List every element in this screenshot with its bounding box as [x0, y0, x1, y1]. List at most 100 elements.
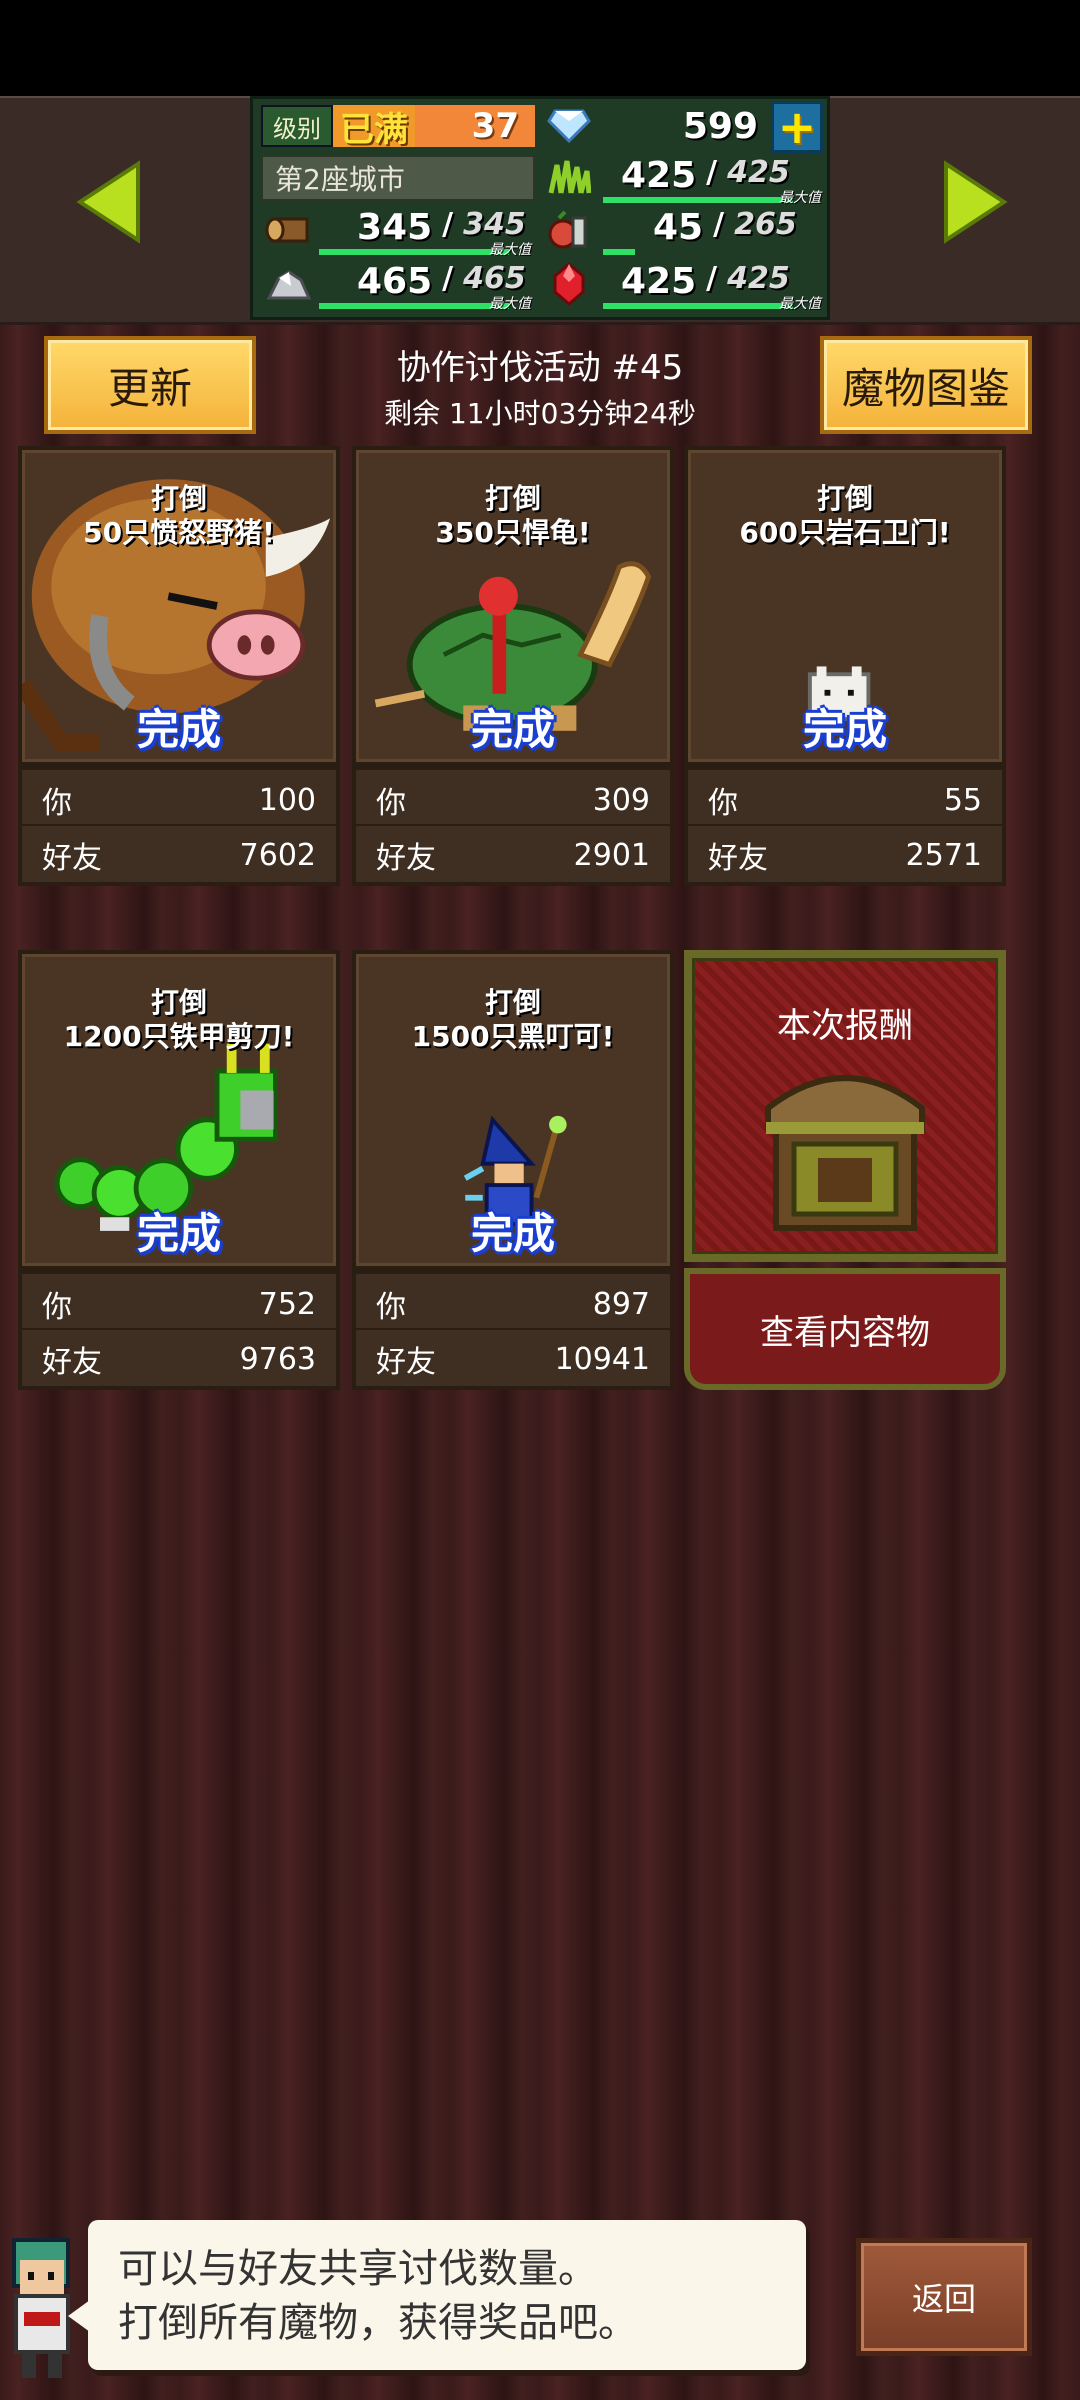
quest-target-line2: 600只岩石卫门!: [739, 516, 951, 549]
complete-label: 完成: [470, 705, 555, 754]
reward-card: 本次报酬 查看内容物: [684, 950, 1006, 1390]
quest-stats: 你 55 好友 2571: [684, 766, 1006, 886]
friends-count: 2571: [905, 837, 982, 873]
grass-max-tag: 最大值: [779, 190, 821, 206]
quest-target-line1: 打倒: [150, 986, 207, 1019]
plus-icon: +: [777, 100, 817, 154]
food-current: 45: [653, 207, 704, 248]
quest-target-line1: 打倒: [484, 986, 541, 1019]
grass-icon: [541, 155, 597, 201]
level-max-badge: 已满: [333, 105, 415, 150]
reward-box: 本次报酬: [684, 950, 1006, 1262]
ruby-max: 425: [727, 261, 790, 296]
status-bar-area: [0, 0, 1080, 96]
event-time-remaining: 剩余 11小时03分钟24秒: [384, 397, 696, 430]
ruby-icon: [541, 261, 597, 307]
back-button[interactable]: 返回: [856, 2238, 1032, 2356]
quest-stats: 你 309 好友 2901: [352, 766, 674, 886]
quest-target-line1: 打倒: [484, 482, 541, 515]
ore-current: 465: [357, 261, 433, 302]
treasure-chest-icon: [765, 1075, 925, 1231]
level-label: 级别: [261, 105, 333, 147]
you-count: 100: [258, 782, 316, 818]
friends-count: 9763: [239, 1341, 316, 1377]
quest-stats: 你 100 好友 7602: [18, 766, 340, 886]
quest-target-line1: 打倒: [150, 482, 207, 515]
grass-resource: 425/425 最大值: [603, 155, 825, 206]
quest-target-line2: 50只愤怒野猪!: [83, 516, 275, 549]
hint-dialog: 可以与好友共享讨伐数量。 打倒所有魔物，获得奖品吧。: [68, 2220, 806, 2370]
wood-bar: [319, 249, 509, 255]
prev-city-arrow[interactable]: [74, 160, 144, 244]
friends-count: 7602: [239, 837, 316, 873]
you-label: 你: [376, 786, 406, 821]
complete-label: 完成: [802, 705, 887, 754]
friends-count: 2901: [573, 837, 650, 873]
grass-bar: [603, 197, 793, 203]
food-icon: [541, 207, 597, 253]
you-count: 55: [943, 782, 982, 818]
you-label: 你: [42, 786, 72, 821]
ore-resource: 465/465 最大值: [319, 261, 535, 312]
next-city-arrow[interactable]: [940, 160, 1010, 244]
city-label: 第2座城市: [261, 155, 535, 201]
friends-label: 好友: [376, 841, 436, 876]
friends-label: 好友: [708, 841, 768, 876]
quest-card-wizard[interactable]: 打倒 1500只黑叮可! 完成 你 897 好友 10941: [352, 950, 674, 1390]
resource-panel: 级别 已满 37 599 + 第2座城市 425/425 最大值 345/345…: [250, 96, 830, 320]
you-label: 你: [708, 786, 738, 821]
ruby-bar: [603, 303, 793, 309]
ore-max-tag: 最大值: [489, 296, 531, 312]
quest-target-line1: 打倒: [816, 482, 873, 515]
arrow-left-icon: [76, 160, 140, 244]
quest-target-line2: 350只悍龟!: [435, 516, 591, 549]
complete-label: 完成: [136, 1209, 221, 1258]
complete-label: 完成: [136, 705, 221, 754]
you-label: 你: [42, 1290, 72, 1325]
refresh-button[interactable]: 更新: [44, 336, 256, 434]
wood-resource: 345/345 最大值: [319, 207, 535, 258]
food-resource: 45/265: [603, 207, 825, 257]
ruby-current: 425: [621, 261, 697, 302]
complete-label: 完成: [470, 1209, 555, 1258]
bestiary-button[interactable]: 魔物图鉴: [820, 336, 1032, 434]
quest-stats: 你 752 好友 9763: [18, 1270, 340, 1390]
hint-line-2: 打倒所有魔物，获得奖品吧。: [118, 2300, 638, 2346]
gem-count: 599: [682, 105, 758, 147]
diamond-icon: [541, 105, 597, 147]
wood-log-icon: [261, 207, 317, 253]
you-count: 752: [258, 1286, 316, 1322]
level-value: 37: [415, 105, 535, 147]
quest-card-caterpillar[interactable]: 打倒 1200只铁甲剪刀! 完成 你 752 好友 9763: [18, 950, 340, 1390]
hint-line-1: 可以与好友共享讨伐数量。: [118, 2246, 598, 2292]
friends-count: 10941: [554, 1341, 650, 1377]
arrow-right-icon: [944, 160, 1008, 244]
ore-bar: [319, 303, 509, 309]
food-max: 265: [734, 207, 797, 242]
grass-current: 425: [621, 155, 697, 196]
quest-target-line2: 1500只黑叮可!: [411, 1020, 615, 1053]
ore-icon: [261, 261, 317, 307]
wood-max-tag: 最大值: [489, 242, 531, 258]
you-count: 897: [592, 1286, 650, 1322]
grass-max: 425: [727, 155, 790, 190]
add-gems-button[interactable]: +: [771, 101, 823, 153]
quest-stats: 你 897 好友 10941: [352, 1270, 674, 1390]
ruby-max-tag: 最大值: [779, 296, 821, 312]
quest-card-boar[interactable]: 打倒 50只愤怒野猪! 完成 你 100 好友 7602: [18, 446, 340, 886]
ore-max: 465: [463, 261, 526, 296]
friends-label: 好友: [42, 841, 102, 876]
wood-current: 345: [357, 207, 433, 248]
friends-label: 好友: [42, 1345, 102, 1380]
you-label: 你: [376, 1290, 406, 1325]
event-title: 协作讨伐活动 #45: [396, 348, 684, 388]
quest-card-rock-golem[interactable]: 打倒 600只岩石卫门! 完成 你 55 好友 2571: [684, 446, 1006, 886]
ruby-resource: 425/425 最大值: [603, 261, 825, 312]
quest-target-line2: 1200只铁甲剪刀!: [63, 1020, 295, 1053]
you-count: 309: [592, 782, 650, 818]
wood-max: 345: [463, 207, 526, 242]
quest-card-turtle[interactable]: 打倒 350只悍龟! 完成 你 309 好友 2901: [352, 446, 674, 886]
friends-label: 好友: [376, 1345, 436, 1380]
food-bar: [603, 249, 635, 255]
view-contents-button[interactable]: 查看内容物: [684, 1268, 1006, 1390]
